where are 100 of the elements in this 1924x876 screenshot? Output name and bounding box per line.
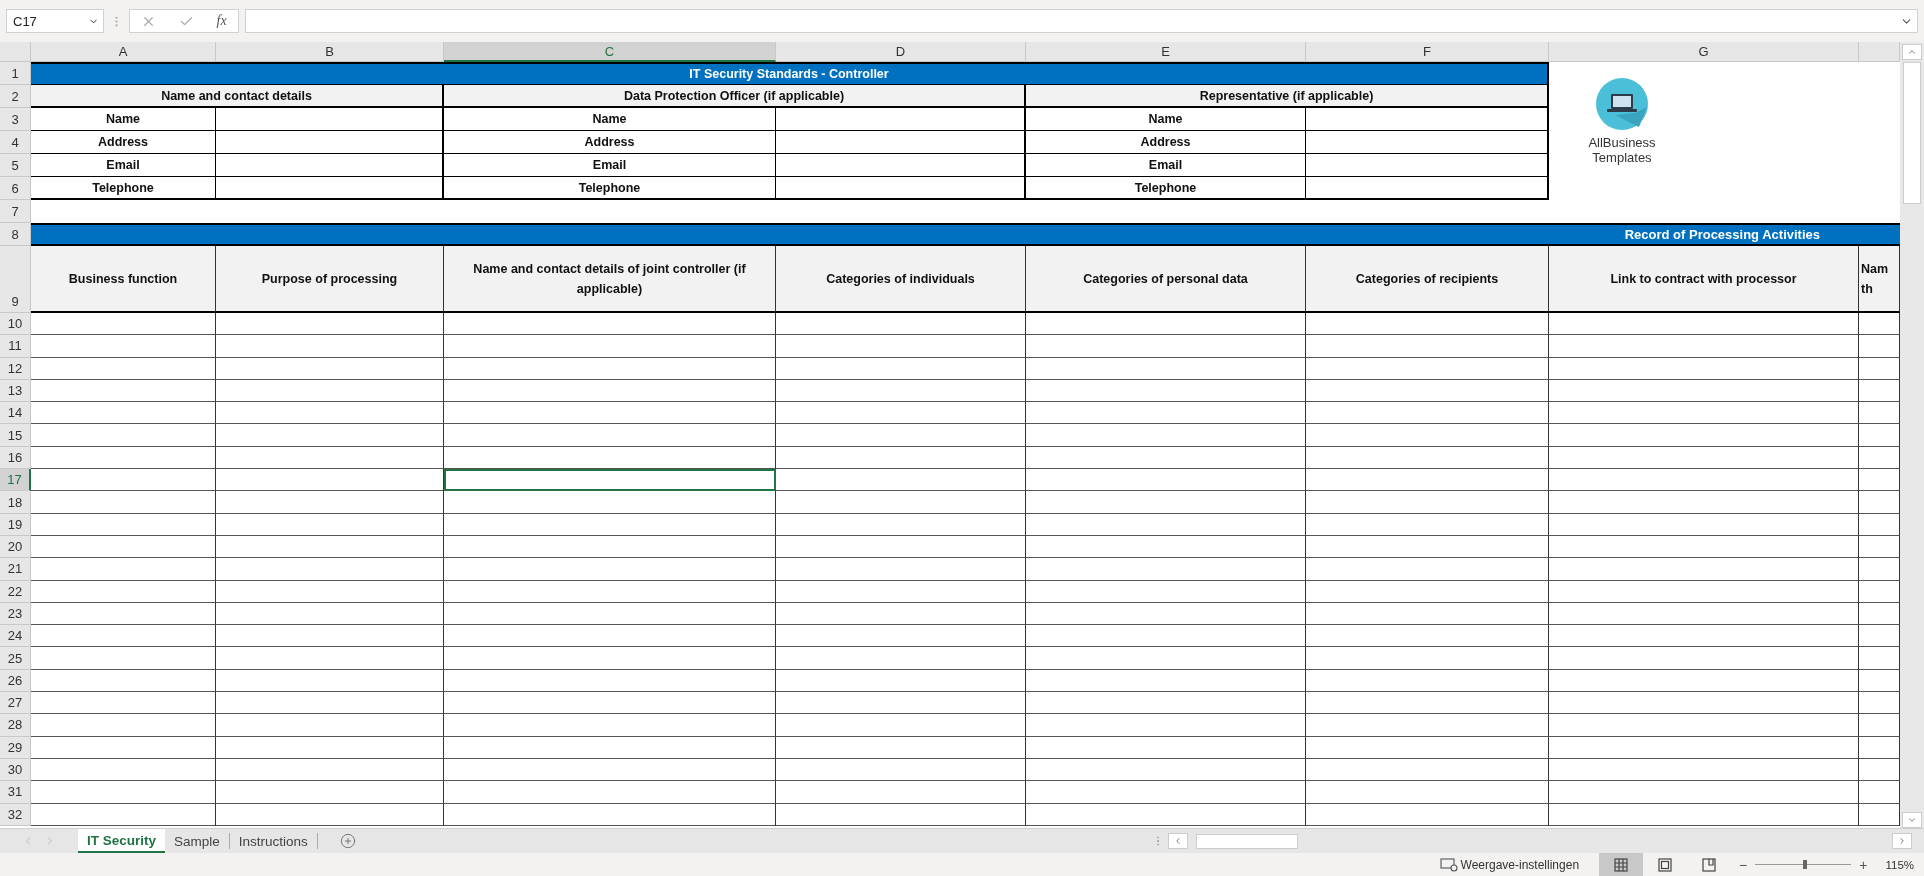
table-cell[interactable] xyxy=(31,491,216,514)
table-cell[interactable] xyxy=(31,558,216,581)
table-cell[interactable] xyxy=(444,446,776,470)
table-cell[interactable] xyxy=(1306,758,1549,782)
table-cell[interactable] xyxy=(444,580,776,603)
table-cell[interactable] xyxy=(1549,602,1859,626)
row-header[interactable]: 2 xyxy=(0,85,31,108)
table-cell[interactable] xyxy=(444,647,776,670)
row-header[interactable]: 15 xyxy=(0,424,31,447)
table-cell[interactable] xyxy=(1306,625,1549,648)
table-cell[interactable] xyxy=(776,803,1026,826)
table-cell[interactable] xyxy=(1026,513,1306,536)
row-header[interactable]: 9 xyxy=(0,246,31,313)
table-cell[interactable] xyxy=(1549,803,1859,826)
row-header[interactable]: 30 xyxy=(0,758,31,782)
table-cell[interactable] xyxy=(776,714,1026,737)
table-cell[interactable] xyxy=(1026,357,1306,380)
sheet-tab[interactable]: Instructions xyxy=(229,833,318,849)
table-cell[interactable] xyxy=(1306,446,1549,470)
table-cell[interactable] xyxy=(216,491,444,514)
table-cell[interactable] xyxy=(216,535,444,559)
table-cell[interactable] xyxy=(1859,446,1900,470)
table-cell[interactable] xyxy=(216,758,444,782)
table-cell[interactable] xyxy=(216,647,444,670)
sheet-tab[interactable]: IT Security xyxy=(78,829,166,853)
table-cell[interactable] xyxy=(1859,692,1900,715)
table-cell[interactable] xyxy=(216,736,444,759)
row-header[interactable]: 21 xyxy=(0,558,31,581)
table-cell[interactable] xyxy=(31,692,216,715)
table-cell[interactable] xyxy=(1859,535,1900,559)
table-cell[interactable] xyxy=(1026,558,1306,581)
table-cell[interactable] xyxy=(1549,714,1859,737)
table-cell[interactable] xyxy=(31,602,216,626)
table-cell[interactable] xyxy=(31,580,216,603)
table-cell[interactable] xyxy=(1026,714,1306,737)
zoom-out-button[interactable]: − xyxy=(1739,856,1748,873)
table-cell[interactable] xyxy=(1026,758,1306,782)
table-cell[interactable] xyxy=(216,357,444,380)
table-cell[interactable] xyxy=(776,647,1026,670)
table-cell[interactable] xyxy=(31,669,216,693)
table-cell[interactable] xyxy=(1859,335,1900,358)
table-cell[interactable] xyxy=(444,535,776,559)
table-cell[interactable] xyxy=(1306,335,1549,358)
table-cell[interactable] xyxy=(776,692,1026,715)
table-cell[interactable] xyxy=(776,469,1026,492)
table-cell[interactable] xyxy=(31,803,216,826)
table-cell[interactable] xyxy=(444,335,776,358)
table-cell[interactable] xyxy=(31,313,216,336)
table-cell[interactable] xyxy=(1026,424,1306,447)
table-cell[interactable] xyxy=(444,491,776,514)
table-cell[interactable] xyxy=(1026,625,1306,648)
table-cell[interactable] xyxy=(1306,379,1549,403)
table-cell[interactable] xyxy=(1306,424,1549,447)
table-cell[interactable] xyxy=(776,736,1026,759)
row-header[interactable]: 14 xyxy=(0,402,31,425)
table-cell[interactable] xyxy=(1549,379,1859,403)
table-cell[interactable] xyxy=(216,714,444,737)
table-cell[interactable] xyxy=(1859,357,1900,380)
table-cell[interactable] xyxy=(1549,402,1859,425)
table-cell[interactable] xyxy=(1859,625,1900,648)
table-cell[interactable] xyxy=(776,491,1026,514)
row-header[interactable]: 1 xyxy=(0,62,31,85)
column-header[interactable]: A xyxy=(31,42,216,62)
table-cell[interactable] xyxy=(216,669,444,693)
add-sheet-icon[interactable] xyxy=(339,833,356,849)
table-cell[interactable] xyxy=(776,602,1026,626)
row-header[interactable]: 17 xyxy=(0,469,31,492)
column-header[interactable]: D xyxy=(776,42,1026,62)
row-header[interactable]: 8 xyxy=(0,223,31,246)
table-cell[interactable] xyxy=(31,535,216,559)
table-cell[interactable] xyxy=(31,335,216,358)
table-cell[interactable] xyxy=(1859,469,1900,492)
sheet-tab[interactable]: Sample xyxy=(165,833,230,849)
table-cell[interactable] xyxy=(1549,335,1859,358)
table-cell[interactable] xyxy=(444,313,776,336)
table-cell[interactable] xyxy=(1549,558,1859,581)
table-cell[interactable] xyxy=(1859,513,1900,536)
table-cell[interactable] xyxy=(1859,781,1900,804)
table-cell[interactable] xyxy=(1859,736,1900,759)
table-cell[interactable] xyxy=(216,402,444,425)
slider-thumb[interactable] xyxy=(1803,860,1808,869)
table-cell[interactable] xyxy=(1026,647,1306,670)
table-cell[interactable] xyxy=(31,446,216,470)
table-cell[interactable] xyxy=(1549,781,1859,804)
table-cell[interactable] xyxy=(776,758,1026,782)
table-cell[interactable] xyxy=(444,692,776,715)
row-header[interactable]: 28 xyxy=(0,714,31,737)
table-cell[interactable] xyxy=(31,424,216,447)
table-cell[interactable] xyxy=(1026,736,1306,759)
column-header[interactable]: F xyxy=(1306,42,1549,62)
table-cell[interactable] xyxy=(1306,558,1549,581)
table-cell[interactable] xyxy=(776,513,1026,536)
table-cell[interactable] xyxy=(1026,335,1306,358)
table-cell[interactable] xyxy=(1306,402,1549,425)
table-cell[interactable] xyxy=(1859,647,1900,670)
table-cell[interactable] xyxy=(776,313,1026,336)
table-cell[interactable] xyxy=(31,469,216,492)
table-cell[interactable] xyxy=(1549,758,1859,782)
table-cell[interactable] xyxy=(776,535,1026,559)
table-cell[interactable] xyxy=(1549,469,1859,492)
